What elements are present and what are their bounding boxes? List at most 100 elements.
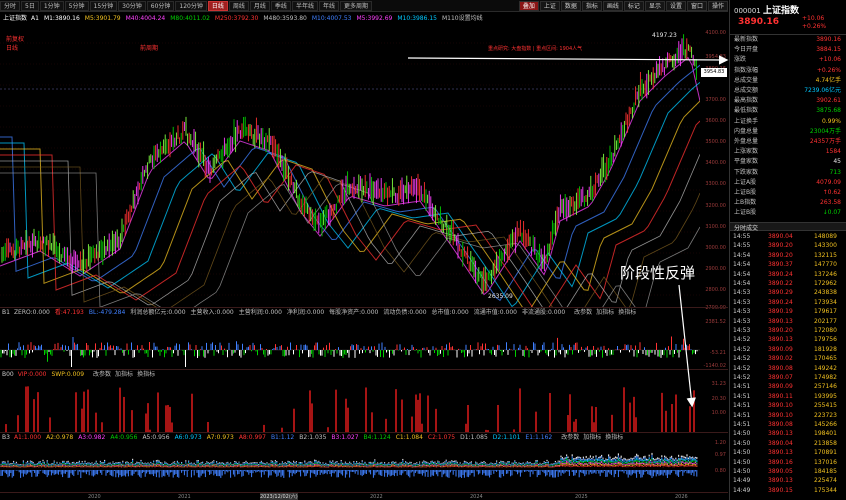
tick-price: 3890.05 xyxy=(768,468,793,475)
tick-volume: 213858 xyxy=(814,439,837,447)
tick-time: 14:51 xyxy=(733,411,751,419)
quote-row-value: 0.99% xyxy=(821,117,841,125)
tick-volume: 198401 xyxy=(814,430,837,438)
tick-time: 14:54 xyxy=(733,280,751,287)
tick-time: 14:53 xyxy=(733,327,751,334)
tick-row: 14:54 3890.22 172962 xyxy=(730,280,846,288)
tick-volume: 184185 xyxy=(814,468,837,475)
quote-row-label: 上B指数 xyxy=(734,199,757,207)
tick-volume: 149242 xyxy=(814,364,837,372)
tick-row: 14:50 3890.04 213858 xyxy=(730,440,846,448)
tick-row: 14:53 3890.29 243838 xyxy=(730,289,846,297)
quote-change: +10.06 xyxy=(802,15,825,22)
tick-price: 3890.08 xyxy=(768,421,793,428)
ticks-title: 分时成交 xyxy=(734,225,759,232)
tick-price: 3890.10 xyxy=(768,402,793,410)
quote-row-value: 3890.16 xyxy=(816,36,841,43)
quote-row: 上B指数 263.58 xyxy=(730,199,846,207)
tick-row: 14:55 3890.20 143300 xyxy=(730,242,846,250)
quote-row-value: 7239.06亿元 xyxy=(804,87,841,94)
tick-time: 14:52 xyxy=(733,336,751,344)
tick-time: 14:51 xyxy=(733,402,751,410)
annotation-arrows xyxy=(407,55,729,408)
tick-row: 14:52 3890.02 170465 xyxy=(730,355,846,363)
tick-time: 14:53 xyxy=(733,298,751,306)
quote-row: 外盘总量 24357万手 xyxy=(730,138,846,146)
tick-time: 14:54 xyxy=(733,251,751,259)
tick-time: 14:53 xyxy=(733,317,751,325)
tick-row: 14:49 3890.13 225474 xyxy=(730,477,846,485)
quote-row: 上证换手 0.99% xyxy=(730,118,846,126)
stock-name: 上证指数 xyxy=(762,6,799,16)
tick-row: 14:53 3890.20 172080 xyxy=(730,327,846,335)
quote-row-label: 上证B股 xyxy=(734,189,757,196)
quote-change-pct: +0.26% xyxy=(802,23,827,30)
tick-price: 3890.10 xyxy=(768,411,793,419)
quote-row: 涨跌 +10.06 xyxy=(730,56,846,64)
tick-volume: 137016 xyxy=(814,458,837,466)
quote-row: 上证A股 4079.09 xyxy=(730,179,846,187)
quote-row-value: ↑0.62 xyxy=(822,189,841,196)
tick-row: 14:50 3890.13 198401 xyxy=(730,430,846,438)
quote-row: 下跌家数 713 xyxy=(730,169,846,177)
tick-row: 14:53 3890.13 202177 xyxy=(730,318,846,326)
tick-row: 14:52 3890.07 174982 xyxy=(730,374,846,382)
quote-row-value: 3875.68 xyxy=(816,107,841,115)
tick-price: 3890.24 xyxy=(768,298,793,306)
quote-row-label: 上证换手 xyxy=(734,117,759,125)
tick-volume: 257146 xyxy=(814,383,837,391)
quote-row-label: 平盘家数 xyxy=(734,158,759,166)
quote-row: 上涨家数 1584 xyxy=(730,148,846,156)
tick-row: 14:51 3890.08 145266 xyxy=(730,421,846,429)
tick-row: 14:49 3890.15 175344 xyxy=(730,487,846,495)
tick-row: 14:52 3890.08 149242 xyxy=(730,365,846,373)
tick-volume: 147770 xyxy=(814,261,837,269)
tick-list[interactable]: 14:55 3890.04 148089 14:55 3890.20 143300 14:5… xyxy=(730,233,846,500)
quote-row-label: 今日开盘 xyxy=(734,46,759,54)
tick-price: 3890.37 xyxy=(768,261,793,269)
stock-code: 000001 xyxy=(734,7,761,15)
quote-row-value: 23004万手 xyxy=(809,127,841,135)
quote-row: 平盘家数 45 xyxy=(730,158,846,166)
tick-row: 14:54 3890.24 137246 xyxy=(730,271,846,279)
tick-row: 14:50 3890.05 184185 xyxy=(730,468,846,476)
quote-row: 最高指数 3902.61 xyxy=(730,97,846,105)
tick-volume: 170465 xyxy=(814,355,837,363)
quote-row: 最新指数 3890.16 xyxy=(730,36,846,44)
tick-row: 14:51 3890.09 257146 xyxy=(730,383,846,391)
tick-time: 14:50 xyxy=(733,449,751,457)
tick-volume: 137246 xyxy=(814,270,837,278)
quote-row-label: 下跌家数 xyxy=(734,168,759,176)
arrow-right xyxy=(407,55,729,65)
tick-price: 3890.04 xyxy=(768,233,793,240)
tick-time: 14:49 xyxy=(733,477,751,485)
tick-price: 3890.09 xyxy=(768,383,793,391)
quote-row-value: 3902.61 xyxy=(816,97,841,105)
tick-row: 14:52 3890.09 181928 xyxy=(730,346,846,354)
tick-price: 3890.24 xyxy=(768,270,793,278)
tick-time: 14:54 xyxy=(733,261,751,269)
tick-time: 14:50 xyxy=(733,430,751,438)
tick-price: 3890.16 xyxy=(768,458,793,466)
tick-time: 14:51 xyxy=(733,421,751,428)
tick-price: 3890.13 xyxy=(768,449,793,457)
tick-volume: 223723 xyxy=(814,411,837,419)
tick-volume: 225474 xyxy=(814,477,837,485)
quote-row-value: +0.26% xyxy=(816,66,841,74)
tick-volume: 179617 xyxy=(814,308,837,316)
quote-row: 指数涨幅 +0.26% xyxy=(730,67,846,75)
tick-row: 14:55 3890.04 148089 xyxy=(730,233,846,241)
tick-time: 14:53 xyxy=(733,308,751,316)
tick-volume: 143300 xyxy=(814,242,837,250)
tick-row: 14:54 3890.37 147770 xyxy=(730,261,846,269)
quote-row-value: ↓0.07 xyxy=(822,209,841,217)
tick-time: 14:52 xyxy=(733,345,751,353)
tick-price: 3890.07 xyxy=(768,374,793,381)
tick-volume: 145266 xyxy=(814,421,837,428)
tick-price: 3890.13 xyxy=(768,477,793,485)
quote-row-label: 指数涨幅 xyxy=(734,66,759,74)
quote-row: 总成交额 7239.06亿元 xyxy=(730,87,846,95)
tick-time: 14:52 xyxy=(733,364,751,372)
tick-row: 14:51 3890.11 193995 xyxy=(730,393,846,401)
tick-volume: 132115 xyxy=(814,251,837,259)
